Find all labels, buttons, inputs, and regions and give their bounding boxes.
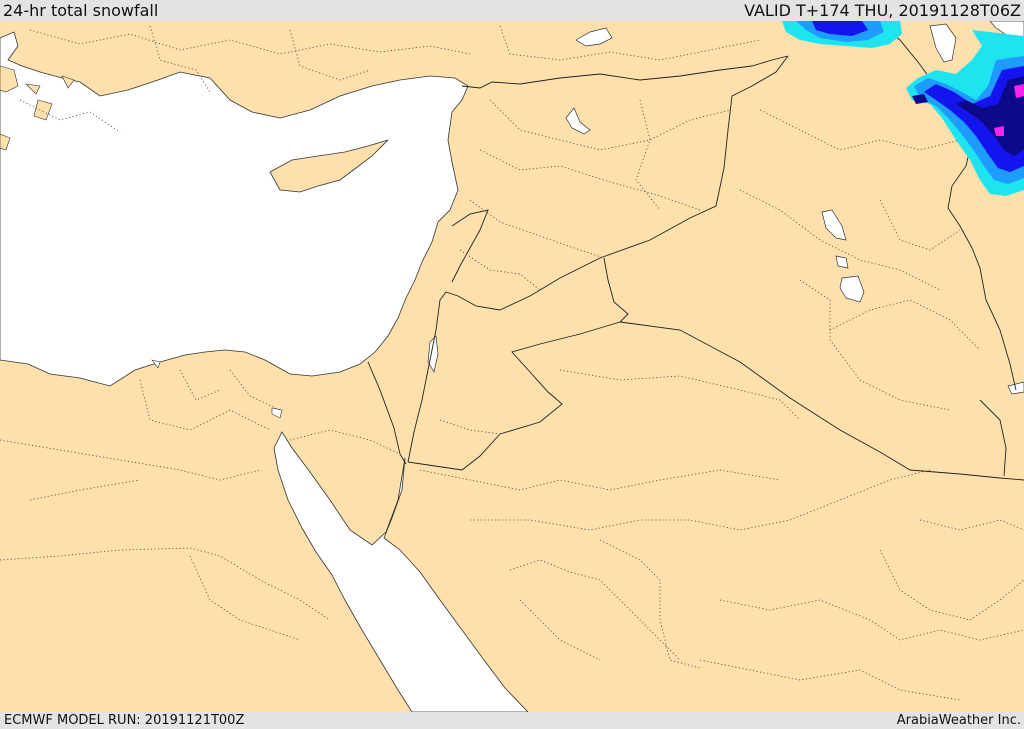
header-bar: 24-hr total snowfall VALID T+174 THU, 20…: [0, 0, 1024, 21]
footer-bar: ECMWF MODEL RUN: 20191121T00Z ArabiaWeat…: [0, 712, 1024, 729]
snowfall-map-panel: 24-hr total snowfall VALID T+174 THU, 20…: [0, 0, 1024, 729]
model-run-label: ECMWF MODEL RUN: 20191121T00Z: [4, 713, 245, 728]
map-title: 24-hr total snowfall: [3, 1, 159, 20]
valid-time: VALID T+174 THU, 20191128T06Z: [744, 1, 1021, 20]
credit-label: ArabiaWeather Inc.: [896, 713, 1021, 728]
forecast-map: [0, 21, 1024, 712]
